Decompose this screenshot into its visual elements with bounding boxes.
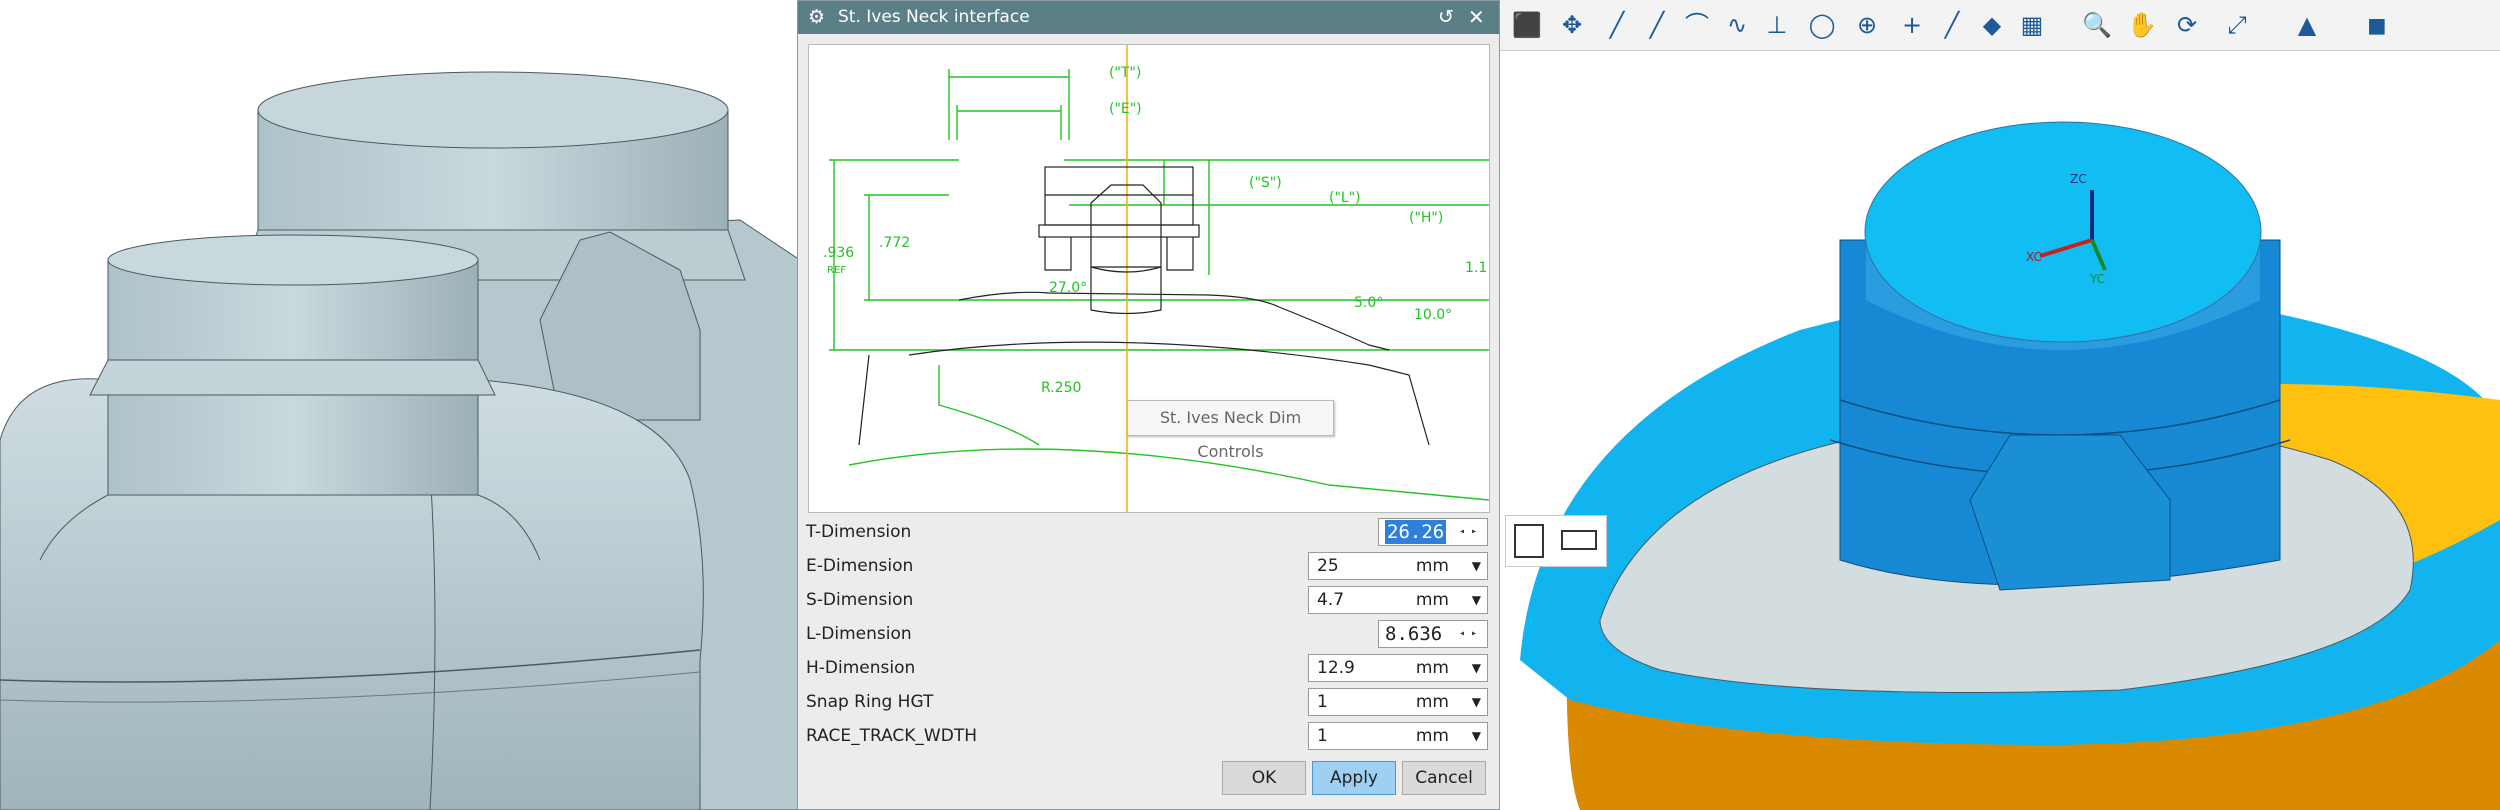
snap-ring-hgt-value: 1 [1317,692,1328,712]
input-mode-widget [1505,515,1607,567]
left-3d-viewport[interactable] [0,0,800,810]
label-772: .772 [879,235,911,251]
h-dimension-unit: mm [1415,658,1449,678]
snap-ring-hgt-unit: mm [1415,692,1449,712]
slash-icon[interactable]: ╱ [1935,8,1969,42]
fit-icon[interactable]: ⤢ [2220,8,2254,42]
chevron-down-icon[interactable]: ▼ [1472,723,1481,749]
s-dimension-value: 4.7 [1317,590,1345,610]
right-3d-viewport[interactable]: ZC XC YC [1500,0,2500,810]
spin-arrows-icon[interactable]: ◂▸ [1459,519,1483,545]
label-936: .936 [823,245,855,261]
label-t: ("T") [1109,65,1142,81]
t-dimension-label: T-Dimension [806,522,912,542]
h-dimension-field[interactable]: 12.9 mm ▼ [1308,654,1488,682]
s-dimension-label: S-Dimension [806,590,914,610]
l-dimension-spinner[interactable]: 8.636 ◂▸ [1378,620,1488,648]
chevron-down-icon[interactable]: ▼ [1472,587,1481,613]
close-icon[interactable]: ✕ [1468,1,1485,34]
e-dimension-label: E-Dimension [806,556,914,576]
angle-icon[interactable]: ⊥ [1760,8,1794,42]
zoom-icon[interactable]: 🔍 [2080,8,2114,42]
label-l: ("L") [1329,190,1361,206]
s-dimension-unit: mm [1415,590,1449,610]
spin-arrows-icon[interactable]: ◂▸ [1458,621,1483,647]
right-model-render [1520,121,2500,810]
move-icon[interactable]: ✥ [1555,8,1589,42]
race-track-wdth-value: 1 [1317,726,1328,746]
dialog-titlebar[interactable]: ⚙ St. Ives Neck interface ↺ ✕ [798,1,1499,34]
axis-label-xc: XC [2026,250,2042,264]
chevron-down-icon[interactable]: ▼ [1472,655,1481,681]
shade-icon[interactable]: ▲ [2290,8,2324,42]
cube-icon[interactable]: ⬛ [1510,8,1544,42]
l-dimension-value: 8.636 [1385,623,1443,645]
grid-icon[interactable]: ▦ [2015,8,2049,42]
race-track-wdth-field[interactable]: 1 mm ▼ [1308,722,1488,750]
surface-icon[interactable]: ◆ [1975,8,2009,42]
keyboard-icon[interactable] [1561,530,1597,550]
label-s: ("S") [1249,175,1282,191]
snap-ring-hgt-field[interactable]: 1 mm ▼ [1308,688,1488,716]
label-ref: REF [827,265,847,276]
st-ives-neck-dialog: ⚙ St. Ives Neck interface ↺ ✕ ("T") ("E"… [797,0,1500,810]
ok-button[interactable]: OK [1222,761,1306,795]
chevron-down-icon[interactable]: ▼ [1472,553,1481,579]
axis-label-yc: YC [2090,272,2106,286]
calculator-icon[interactable] [1514,524,1544,558]
label-h: ("H") [1409,210,1444,226]
t-dimension-spinner[interactable]: 26.26 ◂▸ [1378,518,1488,546]
h-dimension-value: 12.9 [1317,658,1355,678]
label-angle-27: 27.0° [1049,280,1088,296]
drawing-tooltip: St. Ives Neck Dim Controls [1127,400,1334,461]
dialog-title: St. Ives Neck interface [838,7,1030,27]
chevron-down-icon[interactable]: ▼ [1472,689,1481,715]
graphics-toolbar: ⬛ ✥ ╱ ╱ ⌒ ∿ ⊥ ◯ ⊕ + ╱ ◆ ▦ 🔍 ✋ ⟳ ⤢ ▲ ◼ [1500,0,2500,51]
label-angle-5: 5.0° [1354,295,1384,311]
apply-button[interactable]: Apply [1312,761,1396,795]
pan-icon[interactable]: ✋ [2125,8,2159,42]
reset-icon[interactable]: ↺ [1438,1,1454,34]
label-r250: R.250 [1041,380,1082,396]
cancel-button[interactable]: Cancel [1402,761,1486,795]
axis-label-zc: ZC [2070,172,2087,186]
e-dimension-unit: mm [1415,556,1449,576]
plus-icon[interactable]: + [1895,8,1929,42]
spline-icon[interactable]: ∿ [1720,8,1754,42]
solid-icon[interactable]: ◼ [2360,8,2394,42]
race-track-wdth-unit: mm [1415,726,1449,746]
snap-ring-hgt-label: Snap Ring HGT [806,692,934,712]
gear-icon[interactable]: ⚙ [808,1,825,34]
l-dimension-label: L-Dimension [806,624,912,644]
left-model-render [0,71,800,810]
label-1-1: 1.1 [1465,260,1488,276]
rotate-icon[interactable]: ⟳ [2170,8,2204,42]
line-icon[interactable]: ╱ [1640,8,1674,42]
target-icon[interactable]: ⊕ [1850,8,1884,42]
e-dimension-field[interactable]: 25 mm ▼ [1308,552,1488,580]
label-e: ("E") [1109,101,1142,117]
h-dimension-label: H-Dimension [806,658,916,678]
t-dimension-value: 26.26 [1385,520,1447,544]
circle-icon[interactable]: ◯ [1805,8,1839,42]
label-angle-10: 10.0° [1414,307,1453,323]
s-dimension-field[interactable]: 4.7 mm ▼ [1308,586,1488,614]
race-track-wdth-label: RACE_TRACK_WDTH [806,726,977,746]
line-icon[interactable]: ╱ [1600,8,1634,42]
neck-dimension-drawing: ("T") ("E") ("S") ("L") ("H") .936 REF .… [808,44,1490,513]
e-dimension-value: 25 [1317,556,1339,576]
arc-icon[interactable]: ⌒ [1680,8,1714,42]
